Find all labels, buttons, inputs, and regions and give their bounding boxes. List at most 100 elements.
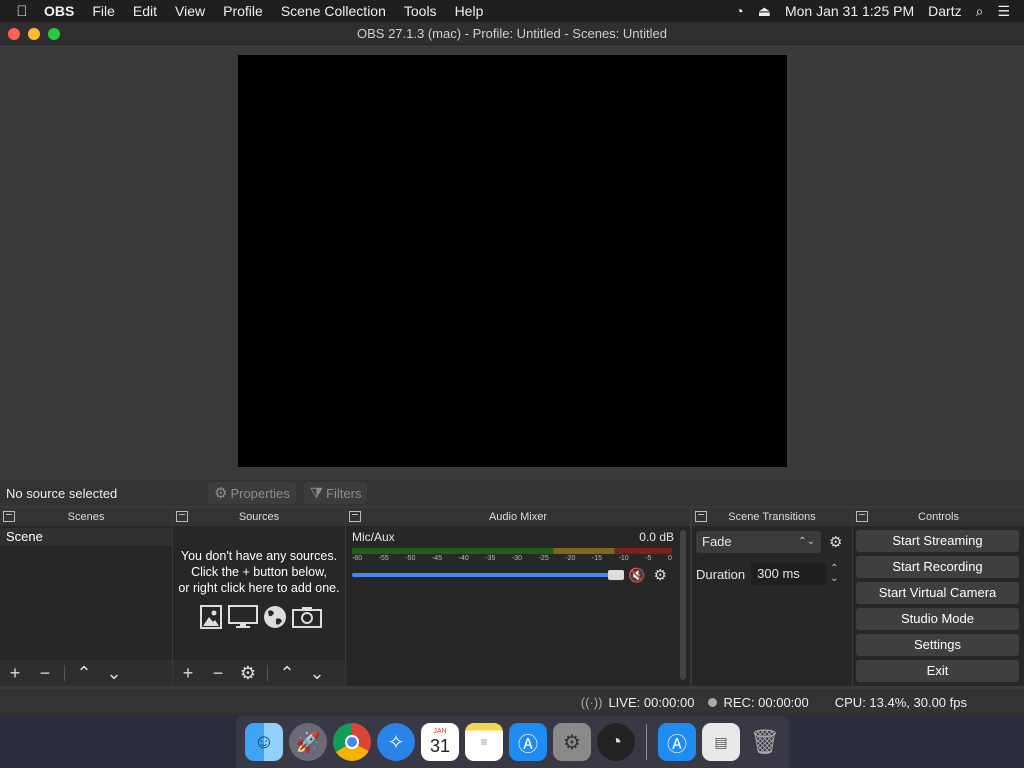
volume-slider[interactable] [352,570,624,580]
notification-center-icon[interactable]: ☰ [997,3,1010,20]
meter-ticks: -60 -55 -50 -45 -40 -35 -30 -25 -20 -15 … [352,555,672,562]
menu-scene-collection[interactable]: Scene Collection [281,3,386,19]
meter-tick: -55 [378,555,389,562]
live-time: LIVE: 00:00:00 [608,694,695,710]
undock-icon[interactable] [176,511,188,522]
channel-db: 0.0 dB [639,530,674,544]
obs-app-icon[interactable]: ◔ [597,723,635,761]
menu-help[interactable]: Help [455,3,484,19]
undock-icon[interactable] [856,511,868,522]
meter-tick: -45 [431,555,443,562]
menu-edit[interactable]: Edit [133,3,157,19]
app-store-icon[interactable]: Ⓐ [509,723,547,761]
menu-user[interactable]: Dartz [928,3,961,19]
settings-button[interactable]: Settings [856,634,1019,656]
rec-time: REC: 00:00:00 [723,694,809,710]
notes-icon[interactable]: ≡ [465,723,503,761]
mixer-channel: Mic/Aux 0.0 dB -60 -55 -50 -45 -40 -35 -… [346,526,690,588]
mixer-scrollbar[interactable] [680,530,686,680]
spotlight-search-icon[interactable]: ⌕ [976,3,984,20]
safari-icon[interactable]: ✧ [377,723,415,761]
empty-line-3: or right click here to add one. [178,581,340,595]
start-streaming-button[interactable]: Start Streaming [856,530,1019,552]
menu-clock[interactable]: Mon Jan 31 1:25 PM [785,3,914,19]
transition-select-row: Fade ⌃⌄ ⚙ [692,526,852,558]
audio-mixer-header: Audio Mixer [346,508,690,526]
meter-tick: -15 [591,555,603,562]
source-status: No source selected [6,485,118,501]
remove-source-button[interactable]: − [203,663,233,684]
exit-button[interactable]: Exit [856,660,1019,682]
add-source-button[interactable]: + [173,663,203,684]
system-preferences-icon[interactable]: ⚙ [553,723,591,761]
move-scene-down-button[interactable]: ⌄ [99,663,129,684]
audio-mixer-title: Audio Mixer [488,511,548,523]
scene-list-item[interactable]: Scene [0,528,172,546]
menu-profile[interactable]: Profile [223,3,263,19]
duration-input[interactable]: 300 ms [751,563,827,585]
window-titlebar: OBS 27.1.3 (mac) - Profile: Untitled - S… [0,22,1024,45]
move-scene-up-button[interactable]: ⌃ [69,663,99,684]
apple-menu-icon[interactable]:  [0,3,44,20]
duration-stepper[interactable]: ⌃ ⌄ [830,564,838,584]
meter-tick: -5 [645,555,652,562]
fader-row: 🔇 ⚙ [352,566,684,584]
select-chevron-icon: ⌃⌄ [798,536,815,547]
menu-view[interactable]: View [175,3,205,19]
volume-meter [352,548,672,554]
chrome-center [345,735,359,749]
controls-header: Controls [853,508,1024,526]
scenes-title: Scenes [67,511,105,523]
status-bar: ((·)) LIVE: 00:00:00 REC: 00:00:00 CPU: … [0,689,1024,715]
properties-button[interactable]: ⚙ Properties [208,482,296,504]
meter-tick: 0 [667,555,672,562]
start-recording-button[interactable]: Start Recording [856,556,1019,578]
mute-speaker-icon[interactable]: 🔇 [628,567,645,584]
calendar-icon[interactable]: JAN 31 [421,723,459,761]
filters-label: Filters [326,485,362,501]
undock-icon[interactable] [349,511,361,522]
finder-icon[interactable]: ☺ [245,723,283,761]
sources-dock[interactable]: Sources You don't have any sources. Clic… [173,508,345,686]
macos-dock: ☺ 🚀 ✧ JAN 31 ≡ Ⓐ ⚙ ◔ Ⓐ ▤ 🗑 [236,716,789,768]
obs-status-icon[interactable]: ◔ [735,3,743,19]
sources-footer: + − ⚙ ⌃ ⌄ [173,660,345,686]
start-virtual-camera-button[interactable]: Start Virtual Camera [856,582,1019,604]
menu-tools[interactable]: Tools [404,3,437,19]
transition-settings-gear-icon[interactable]: ⚙ [829,533,842,551]
document-icon[interactable]: ▤ [702,723,740,761]
gear-icon: ⚙ [214,485,228,502]
app-store-downloads-icon[interactable]: Ⓐ [658,723,696,761]
meter-tick: -50 [405,555,416,562]
move-source-up-button[interactable]: ⌃ [272,663,302,684]
source-properties-gear-icon[interactable]: ⚙ [233,663,263,684]
transition-select[interactable]: Fade ⌃⌄ [696,531,821,553]
volume-slider-handle[interactable] [608,570,624,580]
audio-settings-gear-icon[interactable]: ⚙ [653,566,666,584]
scenes-footer: + − ⌃ ⌄ [0,660,172,686]
filters-button[interactable]: ⧩ Filters [303,482,368,504]
studio-mode-button[interactable]: Studio Mode [856,608,1019,630]
rec-status: REC: 00:00:00 [708,694,809,710]
remove-scene-button[interactable]: − [30,663,60,684]
camera-icon [292,604,322,630]
display-icon [228,604,258,630]
chrome-icon[interactable] [333,723,371,761]
preview-canvas[interactable] [238,55,787,467]
scenes-dock: Scenes Scene + − ⌃ ⌄ [0,508,172,686]
add-scene-button[interactable]: + [0,663,30,684]
cpu-status: CPU: 13.4%, 30.00 fps [834,694,967,710]
menu-app-name[interactable]: OBS [44,3,74,19]
move-source-down-button[interactable]: ⌄ [302,663,332,684]
menu-file[interactable]: File [92,3,115,19]
broadcast-icon: ((·)) [580,694,603,710]
eject-icon[interactable]: ⏏ [758,3,771,20]
launchpad-icon[interactable]: 🚀 [289,723,327,761]
scene-transitions-dock: Scene Transitions Fade ⌃⌄ ⚙ Duration 300… [692,508,852,686]
undock-icon[interactable] [3,511,15,522]
meter-tick: -40 [458,555,469,562]
record-dot-icon [708,697,718,707]
source-toolbar: No source selected ⚙ Properties ⧩ Filters [0,480,1024,506]
trash-icon[interactable]: 🗑 [746,723,784,761]
undock-icon[interactable] [695,511,707,522]
